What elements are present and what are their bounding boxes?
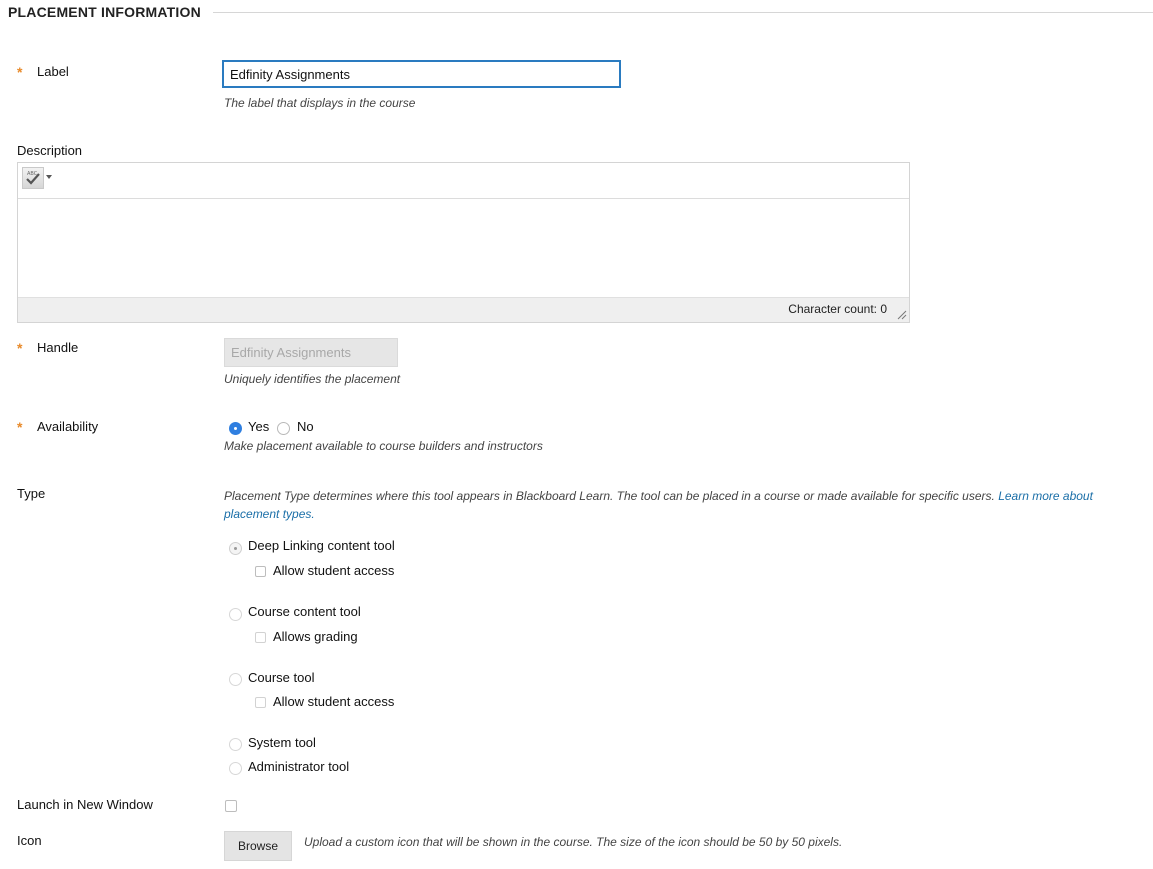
editor-footer: Character count: 0 — [18, 297, 909, 322]
required-star-icon: * — [17, 340, 23, 356]
availability-no-radio[interactable] — [277, 422, 290, 435]
type-administrator-tool-radio[interactable] — [229, 762, 242, 775]
availability-yes-radio[interactable] — [229, 422, 242, 435]
type-option-label: Deep Linking content tool — [248, 538, 395, 553]
availability-no-label: No — [297, 419, 314, 434]
type-option-label: Administrator tool — [248, 759, 350, 774]
label-field-label: Label — [37, 64, 69, 79]
spellcheck-button[interactable]: ABC — [22, 167, 44, 189]
section-title: PLACEMENT INFORMATION — [8, 4, 213, 20]
required-star-icon: * — [17, 419, 23, 435]
type-course-tool-radio[interactable] — [229, 673, 242, 686]
chevron-down-icon[interactable] — [46, 175, 52, 179]
required-star-icon: * — [17, 64, 23, 80]
type-suboption-label: Allow student access — [273, 563, 395, 578]
handle-input — [224, 338, 398, 367]
course-content-grading-checkbox[interactable] — [255, 632, 266, 643]
type-system-tool-radio[interactable] — [229, 738, 242, 751]
type-label: Type — [17, 486, 46, 501]
deep-linking-student-access-checkbox[interactable] — [255, 566, 266, 577]
availability-yes-label: Yes — [248, 419, 270, 434]
launch-new-window-checkbox[interactable] — [225, 800, 237, 812]
type-description: Placement Type determines where this too… — [224, 487, 1124, 523]
label-input[interactable] — [222, 60, 621, 88]
section-divider — [200, 12, 1153, 13]
launch-new-window-label: Launch in New Window — [17, 797, 153, 812]
resize-handle-icon[interactable] — [897, 310, 907, 320]
description-label: Description — [17, 143, 83, 158]
type-option-label: Course tool — [248, 670, 315, 685]
availability-hint: Make placement available to course build… — [224, 439, 543, 453]
availability-label: Availability — [37, 419, 99, 434]
type-option-label: Course content tool — [248, 604, 361, 619]
editor-toolbar: ABC — [18, 163, 909, 199]
label-hint: The label that displays in the course — [224, 96, 416, 110]
icon-hint: Upload a custom icon that will be shown … — [304, 835, 843, 849]
type-suboption-label: Allow student access — [273, 694, 395, 709]
course-tool-student-access-checkbox[interactable] — [255, 697, 266, 708]
type-course-content-radio[interactable] — [229, 608, 242, 621]
character-count: Character count: 0 — [788, 302, 887, 316]
spellcheck-icon: ABC — [26, 171, 40, 185]
description-textarea[interactable] — [18, 199, 909, 298]
handle-label: Handle — [37, 340, 79, 355]
type-deep-linking-radio[interactable] — [229, 542, 242, 555]
description-editor: ABC Character count: 0 — [17, 162, 910, 323]
type-suboption-label: Allows grading — [273, 629, 358, 644]
handle-hint: Uniquely identifies the placement — [224, 372, 401, 386]
browse-button[interactable]: Browse — [224, 831, 292, 861]
icon-label: Icon — [17, 833, 42, 848]
type-description-text: Placement Type determines where this too… — [224, 489, 995, 503]
type-option-label: System tool — [248, 735, 316, 750]
